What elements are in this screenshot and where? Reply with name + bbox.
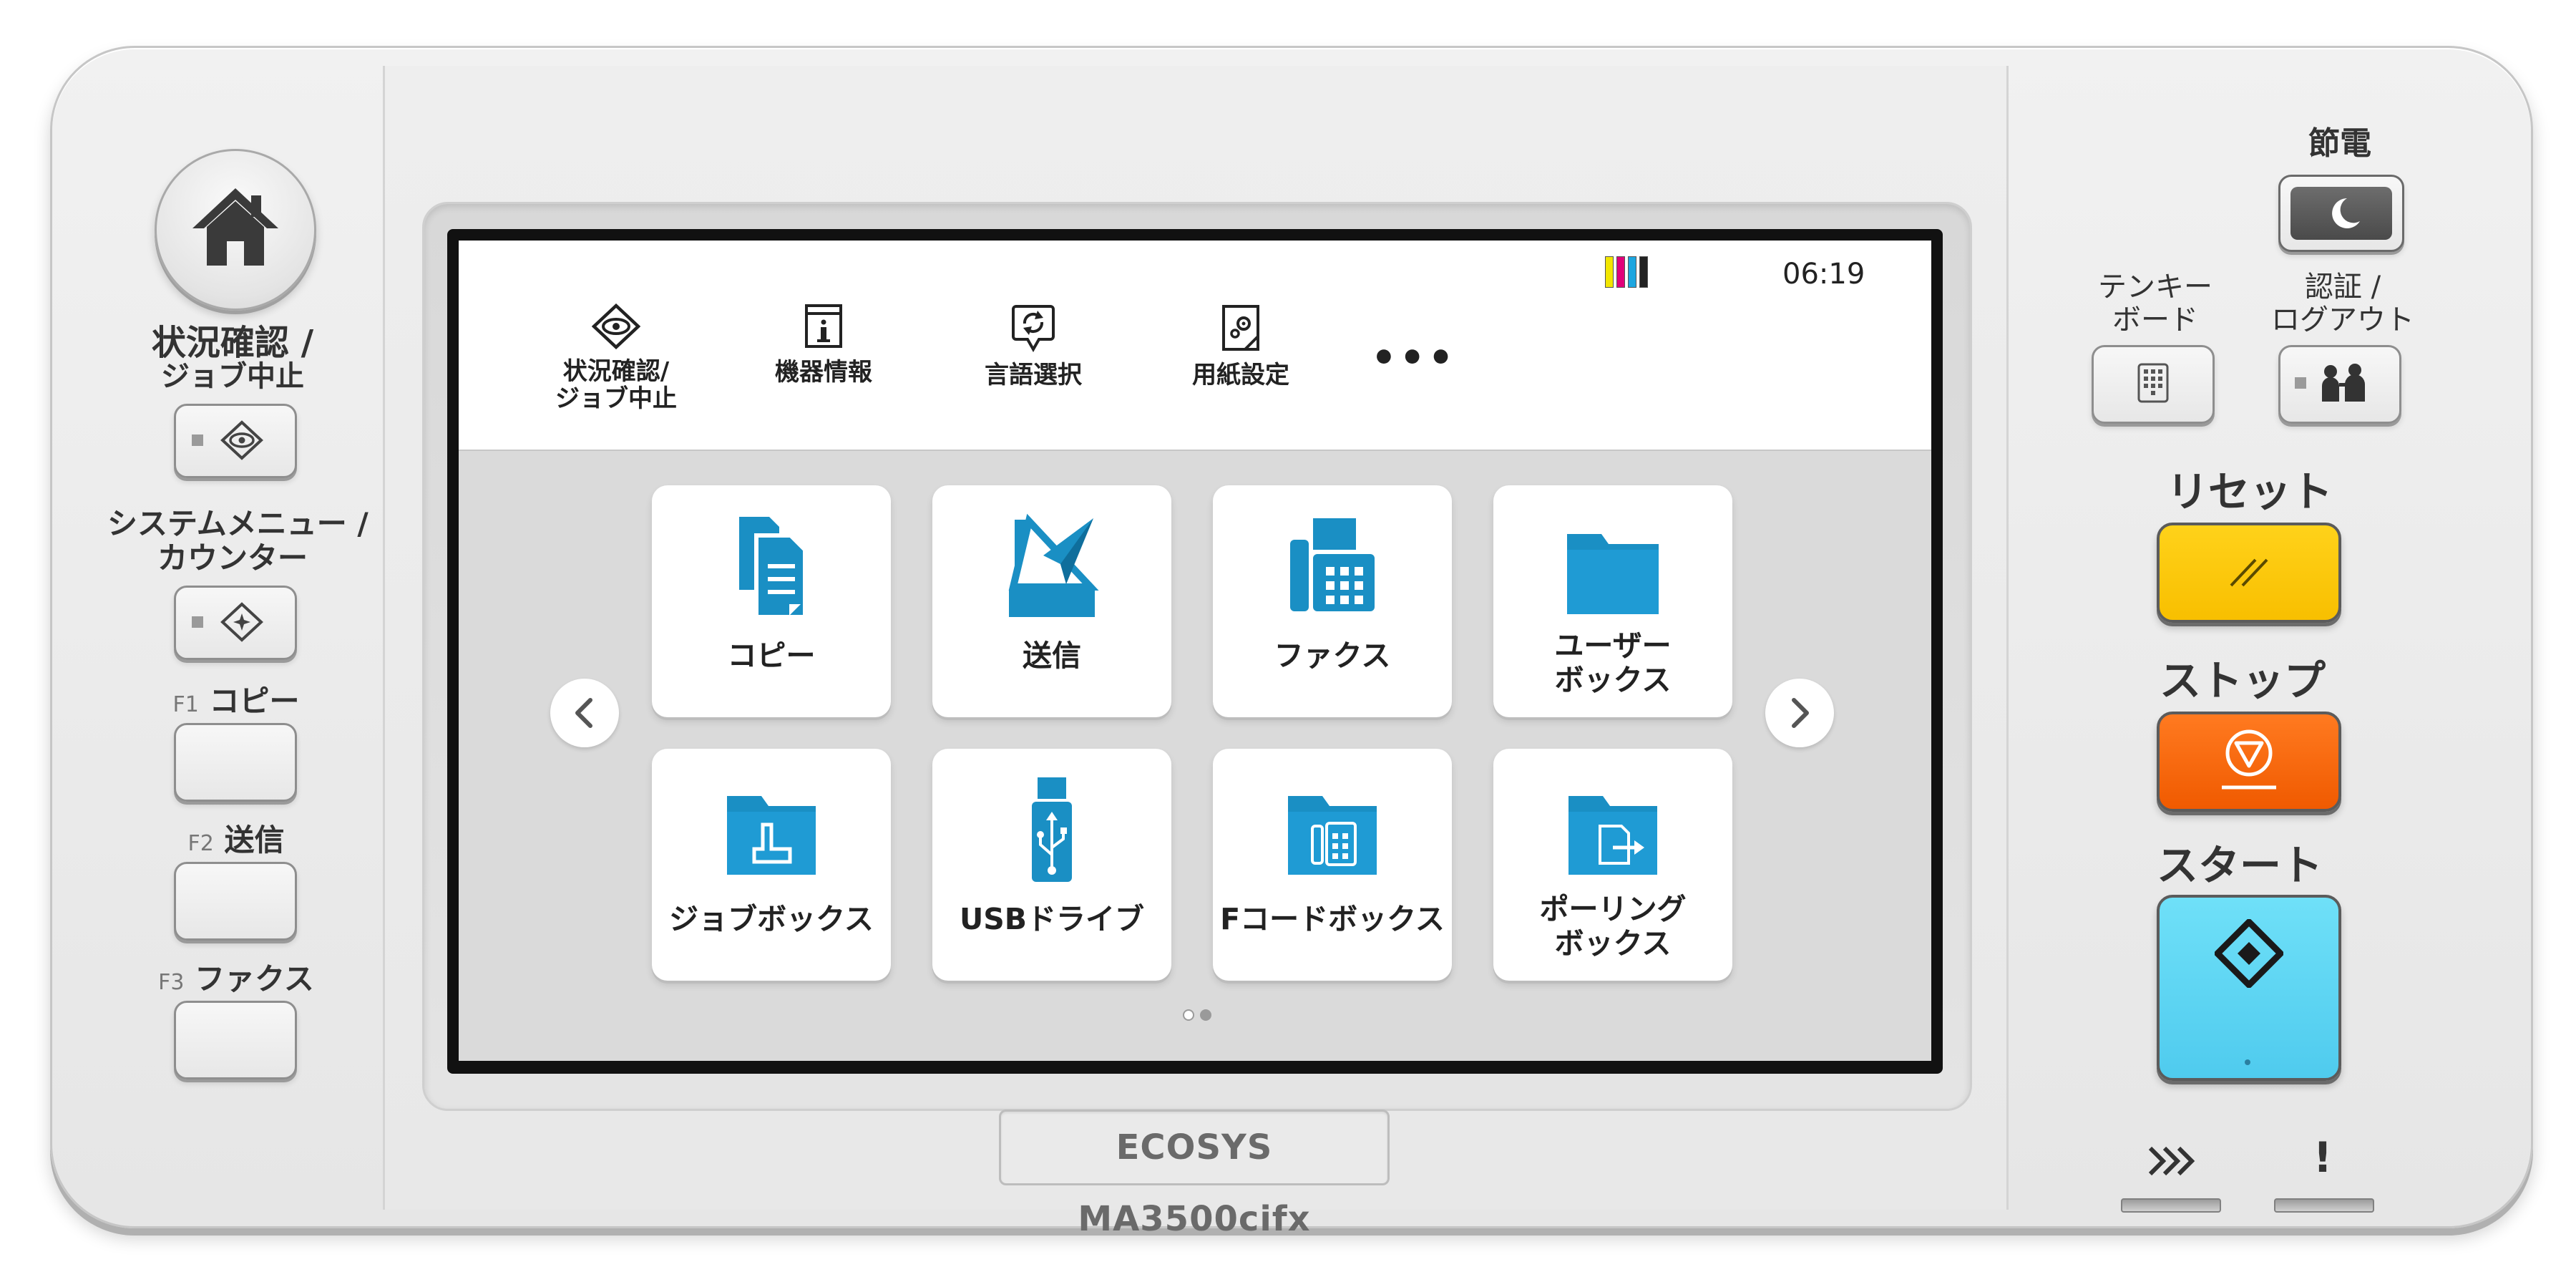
paper-settings-icon (1222, 305, 1259, 351)
tile-copy-label: コピー (727, 639, 816, 673)
processing-icon (2148, 1146, 2195, 1176)
tile-usb-drive[interactable]: USBドライブ (932, 749, 1171, 981)
tile-copy[interactable]: コピー (652, 485, 891, 717)
tenkey-board-label: テンキー ボード (2098, 271, 2212, 336)
language-icon (1012, 305, 1055, 352)
user-box-icon (1567, 534, 1659, 614)
system-menu-led (192, 616, 203, 628)
start-label: スタート (2157, 841, 2323, 890)
f1-copy-button[interactable] (174, 723, 297, 802)
auth-led (2295, 377, 2306, 389)
header-status-label-1: 状況確認/ (562, 357, 670, 386)
tile-polling-box[interactable]: ポーリング ボックス (1493, 749, 1732, 981)
previous-page-button[interactable] (550, 679, 619, 747)
f3-fax-label: F3 ファクス (158, 961, 314, 996)
header-paper-settings[interactable]: 用紙設定 (1169, 304, 1312, 389)
page-dot-2-active (1200, 1009, 1211, 1021)
copy-icon (739, 517, 807, 619)
tile-fax-label: ファクス (1274, 639, 1391, 673)
home-button[interactable] (155, 149, 316, 311)
header-paper-settings-label: 用紙設定 (1192, 361, 1289, 389)
tile-send[interactable]: 送信 (932, 485, 1171, 717)
send-icon (1008, 513, 1099, 617)
fcode-box-icon (1288, 796, 1377, 875)
header-language-label: 言語選択 (985, 361, 1082, 389)
f3-fax-button[interactable] (174, 1001, 297, 1079)
header-status-job-cancel[interactable]: 状況確認/ ジョブ中止 (530, 304, 702, 412)
next-page-button[interactable] (1765, 679, 1834, 747)
tile-polling-box-label: ポーリング ボックス (1539, 892, 1687, 961)
settings-diamond-icon (220, 602, 263, 642)
system-menu-button[interactable] (174, 586, 297, 660)
keypad-icon (2137, 363, 2169, 403)
tile-user-box-label: ユーザー ボックス (1554, 628, 1672, 697)
processing-indicator-symbol (2140, 1144, 2204, 1183)
energy-saver-button[interactable] (2278, 175, 2404, 252)
toner-cyan (1628, 256, 1636, 288)
energy-saver-label: 節電 (2308, 125, 2371, 162)
tile-job-box[interactable]: ジョブボックス (652, 749, 891, 981)
toner-level-indicator (1605, 256, 1648, 288)
tile-usb-drive-label: USBドライブ (959, 902, 1145, 936)
stop-icon (2222, 729, 2276, 790)
page-dot-1 (1183, 1009, 1194, 1021)
clock: 06:19 (1782, 258, 1865, 291)
attention-led (2274, 1198, 2374, 1213)
system-menu-counter-label: システムメニュー / カウンター (107, 506, 369, 576)
auth-logout-label: 認証 / ログアウト (2271, 271, 2414, 336)
polling-box-icon (1568, 796, 1657, 875)
f2-send-button[interactable] (174, 862, 297, 941)
f1-copy-label: F1 コピー (172, 684, 300, 719)
home-icon (192, 188, 278, 266)
header-status-label-2: ジョブ中止 (555, 384, 677, 413)
tile-fcode-box[interactable]: Fコードボックス (1213, 749, 1452, 981)
start-led (2245, 1059, 2250, 1065)
job-box-icon (727, 796, 816, 875)
chevron-right-icon (1792, 698, 1809, 728)
eye-diamond-icon (220, 420, 263, 460)
start-button[interactable] (2157, 895, 2341, 1081)
status-led (192, 435, 203, 446)
fax-icon (1290, 518, 1375, 611)
tile-job-box-label: ジョブボックス (669, 902, 874, 936)
header-device-info[interactable]: 機器情報 (752, 304, 895, 387)
status-icon (592, 304, 640, 349)
status-job-cancel-label: 状況確認 / ジョブ中止 (151, 323, 314, 393)
chevron-left-icon (575, 698, 592, 728)
more-menu-button[interactable]: ••• (1371, 335, 1456, 382)
screen-header: 06:19 状況確認/ ジョブ中止 機器情報 言語選択 用紙設定 ••• (459, 241, 1931, 451)
start-diamond-icon (2215, 919, 2283, 988)
auth-logout-button[interactable] (2278, 345, 2401, 424)
header-language[interactable]: 言語選択 (962, 304, 1105, 389)
energy-saver-window (2290, 187, 2392, 240)
stop-label: ストップ (2160, 656, 2326, 705)
tenkey-board-button[interactable] (2092, 345, 2215, 424)
screen-home-area: コピー 送信 ファクス ユーザー ボックス ジョブボックス USBドライブ Fコ… (459, 451, 1931, 1061)
f2-send-label: F2 送信 (187, 822, 285, 858)
user-login-icon (2322, 364, 2365, 402)
toner-magenta (1616, 256, 1625, 288)
usb-drive-icon (1032, 777, 1072, 882)
touch-screen: 06:19 状況確認/ ジョブ中止 機器情報 言語選択 用紙設定 ••• コピー… (447, 229, 1943, 1074)
processing-led (2121, 1198, 2221, 1213)
tile-fcode-box-label: Fコードボックス (1220, 902, 1445, 936)
model-name-plate: ECOSYS MA3500cifx (999, 1110, 1390, 1239)
reset-slash-icon (2230, 558, 2268, 587)
reset-button[interactable] (2157, 523, 2341, 623)
tile-fax[interactable]: ファクス (1213, 485, 1452, 717)
moon-icon (2332, 198, 2360, 228)
header-device-info-label: 機器情報 (775, 358, 872, 387)
tile-send-label: 送信 (1023, 639, 1081, 673)
attention-indicator-symbol: ! (2313, 1133, 2333, 1182)
reset-label: リセット (2167, 467, 2333, 516)
status-job-cancel-button[interactable] (174, 404, 297, 478)
tile-user-box[interactable]: ユーザー ボックス (1493, 485, 1732, 717)
device-info-icon (805, 304, 842, 348)
toner-yellow (1605, 256, 1614, 288)
toner-black (1639, 256, 1648, 288)
stop-button[interactable] (2157, 712, 2341, 812)
